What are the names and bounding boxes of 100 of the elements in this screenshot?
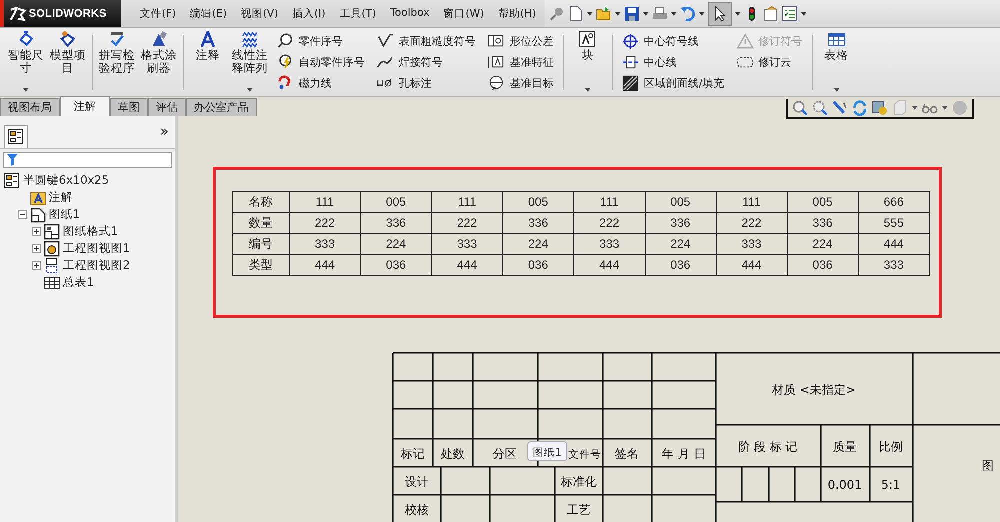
expand-toggle[interactable] (18, 210, 27, 219)
ribbon-button[interactable]: 区域剖面线/填充 (622, 74, 725, 92)
caret-icon[interactable] (735, 12, 742, 16)
ribbon-button[interactable]: 基准目标 (488, 74, 554, 92)
table-cell: 224 (360, 234, 432, 254)
table-icon (44, 274, 60, 290)
expand-toggle[interactable] (32, 227, 41, 236)
menu-item[interactable]: 帮助(H) (491, 6, 544, 20)
printer-icon[interactable] (652, 6, 668, 22)
funnel-icon (7, 154, 18, 166)
tree-item[interactable]: 工程图视图2 (63, 258, 130, 273)
caret-icon[interactable] (912, 106, 918, 110)
caret-icon[interactable] (23, 88, 29, 92)
logo-text: SOLIDWORKS (29, 8, 107, 20)
table-cell: 224 (645, 234, 716, 254)
table-cell: 111 (574, 192, 646, 212)
table-cell: 036 (645, 254, 716, 276)
table-cell: 333 (858, 254, 930, 276)
menu-item[interactable]: 编辑(E) (183, 6, 234, 20)
ribbon-button[interactable]: 表格 (818, 31, 856, 96)
caret-icon[interactable] (801, 12, 808, 16)
title-block-label: 分区 (493, 447, 517, 461)
ribbon-button[interactable]: 基准特征 (488, 53, 554, 71)
caret-icon[interactable] (585, 88, 591, 92)
table-cell: 222 (574, 212, 646, 234)
expand-panel-button[interactable]: » (160, 124, 169, 140)
ribbon-tab[interactable]: 注解 (60, 96, 110, 116)
table-cell: 336 (360, 212, 432, 234)
menu-item[interactable]: 窗口(W) (436, 6, 492, 20)
caret-icon[interactable] (834, 88, 840, 92)
caret-icon[interactable] (247, 88, 253, 92)
caret-icon[interactable] (615, 12, 622, 16)
tree-item[interactable]: 图纸格式1 (63, 224, 118, 239)
zoom-icon[interactable] (792, 100, 808, 116)
ribbon-button[interactable]: 线性注释阵列 (231, 31, 269, 96)
ribbon-button[interactable]: 形位公差 (488, 32, 554, 50)
ribbon-button[interactable]: 自动零件序号 (277, 53, 365, 71)
title-block-label: 比例 (879, 440, 903, 454)
ribbon-button[interactable]: 格式涂刷器 (140, 31, 178, 96)
tree-item[interactable]: 工程图视图1 (63, 241, 130, 256)
menu-item[interactable]: 视图(V) (234, 6, 286, 20)
ribbon-tab[interactable]: 草图 (110, 98, 148, 116)
select-button[interactable] (708, 2, 732, 26)
menu-item[interactable]: 插入(I) (285, 6, 333, 20)
note-pattern-icon (241, 31, 259, 48)
caret-icon[interactable] (643, 12, 650, 16)
title-block-label: 工艺 (567, 503, 591, 517)
datum-icon (488, 54, 505, 70)
zoom-area-icon[interactable] (812, 100, 828, 116)
ribbon-button[interactable]: 块 (569, 31, 607, 96)
caret-icon[interactable] (942, 106, 948, 110)
drawing-document-icon (4, 172, 20, 188)
ribbon-button[interactable]: 零件序号 (277, 32, 365, 50)
new-document-icon[interactable] (568, 6, 584, 22)
dimension-icon (17, 31, 35, 48)
ribbon-button[interactable]: 注释 (189, 31, 227, 96)
ribbon-button[interactable]: 孔标注 (377, 74, 476, 92)
ribbon-tab[interactable]: 办公室产品 (186, 98, 257, 116)
tree-item[interactable]: 注解 (49, 190, 73, 205)
caret-icon[interactable] (671, 12, 678, 16)
table-cell: 222 (716, 212, 788, 234)
warning-triangle-icon (736, 33, 754, 49)
rotate-icon[interactable] (852, 100, 868, 116)
save-icon[interactable] (624, 6, 640, 22)
table-cell: 005 (360, 192, 432, 212)
tooltip: 图纸1 (528, 442, 568, 462)
tree-item[interactable]: 图纸1 (49, 207, 80, 222)
ribbon-button[interactable]: 模型项目 (49, 31, 87, 96)
menu-item[interactable]: 工具(T) (332, 6, 384, 20)
ribbon-tab[interactable]: 视图布局 (0, 98, 60, 116)
table-cell: 444 (574, 254, 646, 276)
table-cell: 类型 (232, 254, 290, 276)
filter-field[interactable] (3, 152, 172, 168)
centerline-icon (622, 54, 639, 70)
menu-item[interactable]: Toolbox (383, 6, 437, 20)
ribbon-button[interactable]: 焊接符号 (377, 53, 476, 71)
ribbon-button[interactable]: 拼写检验程序 (98, 31, 136, 96)
ribbon-button[interactable]: 中心线 (622, 53, 725, 71)
tree-item[interactable]: 半圆键6x10x25 (23, 173, 110, 188)
title-block-label: 处数 (441, 447, 465, 461)
ribbon-button[interactable]: 磁力线 (277, 74, 365, 92)
table-cell: 222 (290, 212, 361, 234)
caret-icon[interactable] (699, 12, 706, 16)
ribbon-button[interactable]: 表面粗糙度符号 (377, 32, 476, 50)
pin-icon[interactable] (549, 6, 566, 22)
ribbon-button[interactable]: 修订云 (736, 53, 803, 71)
ribbon-button[interactable]: 中心符号线 (622, 32, 725, 50)
feature-tree-tab[interactable] (4, 125, 28, 148)
display-style-icon[interactable] (872, 100, 888, 116)
expand-toggle[interactable] (32, 261, 41, 270)
ribbon-tab[interactable]: 评估 (148, 98, 186, 116)
expand-toggle[interactable] (32, 244, 41, 253)
checklist-icon[interactable] (782, 6, 798, 22)
tree-item[interactable]: 总表1 (63, 275, 94, 290)
caret-icon[interactable] (587, 12, 594, 16)
title-block-label: 文件号 (568, 449, 602, 461)
menu-item[interactable]: 文件(F) (133, 6, 184, 20)
view-layout-icon (44, 258, 60, 274)
ribbon-button[interactable]: 智能尺寸 (7, 31, 45, 96)
open-folder-icon[interactable] (596, 6, 612, 22)
